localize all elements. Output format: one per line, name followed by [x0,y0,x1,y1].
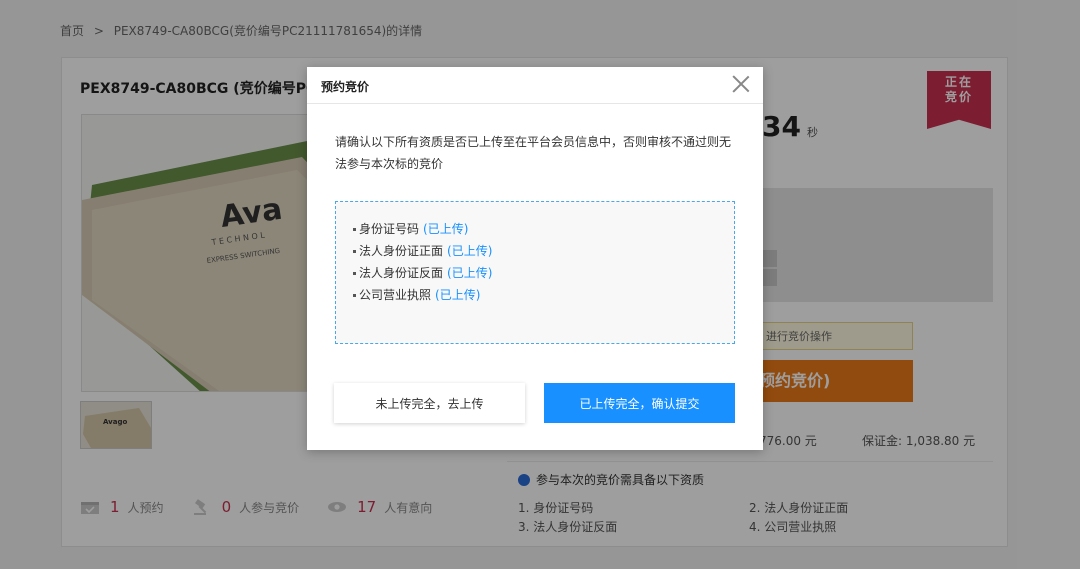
upload-status: (已上传) [447,266,493,280]
reserve-bid-modal: 预约竞价 请确认以下所有资质是否已上传至在平台会员信息中，否则审核不通过则无法参… [307,67,763,450]
go-upload-button[interactable]: 未上传完全，去上传 [334,383,525,423]
upload-status: (已上传) [447,244,493,258]
modal-header: 预约竞价 [307,67,763,104]
upload-status: (已上传) [435,288,481,302]
modal-message: 请确认以下所有资质是否已上传至在平台会员信息中，否则审核不通过则无法参与本次标的… [335,135,732,171]
qualification-item: 身份证号码 (已上传) [353,218,734,240]
qualification-item: 法人身份证反面 (已上传) [353,262,734,284]
confirm-submit-button[interactable]: 已上传完全，确认提交 [544,383,735,423]
modal-title: 预约竞价 [321,80,370,94]
qualification-item: 法人身份证正面 (已上传) [353,240,734,262]
qualification-list: 身份证号码 (已上传) 法人身份证正面 (已上传) 法人身份证反面 (已上传) 公司营… [335,201,735,344]
qualification-item: 公司营业执照 (已上传) [353,284,734,306]
close-icon[interactable] [731,74,751,94]
upload-status: (已上传) [423,222,469,236]
